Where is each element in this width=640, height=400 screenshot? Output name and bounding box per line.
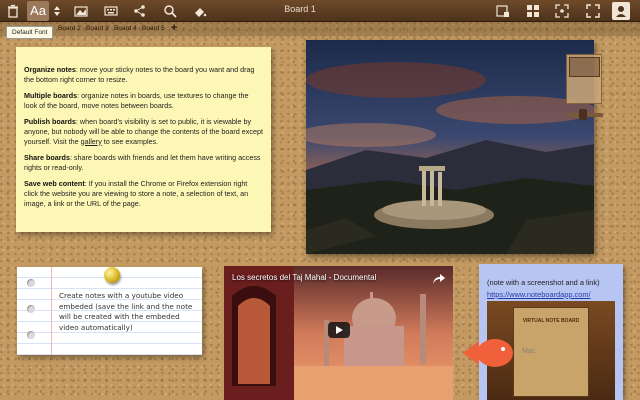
sticky-paragraph-organize: Organize notes: move your sticky notes t… <box>24 65 255 84</box>
tab-board-3[interactable]: Board 3 <box>86 25 109 32</box>
paper-hole <box>27 331 35 339</box>
screenshot-site-title: VIRTUAL NOTE BOARD <box>522 318 580 324</box>
export-icon[interactable] <box>492 1 514 21</box>
zoom-slider-handle[interactable] <box>579 109 587 120</box>
video-title[interactable]: Los secretos del Taj Mahal - Documental <box>232 273 376 282</box>
add-board-button[interactable]: + <box>171 22 177 34</box>
minimap-viewport[interactable] <box>569 57 600 77</box>
board-tab-bar: Board 2 Board 3 Board 4 Board 5 + <box>0 22 640 37</box>
photo-note-ruins[interactable] <box>306 40 594 254</box>
tab-board-2[interactable]: Board 2 <box>58 25 81 32</box>
user-icon[interactable] <box>612 2 630 20</box>
paper-hole <box>27 305 35 313</box>
paper-hole <box>27 279 35 287</box>
video-note-taj-mahal[interactable]: Los secretos del Taj Mahal - Documental <box>224 266 453 400</box>
sticky-paragraph-multiple: Multiple boards: organize notes in board… <box>24 91 249 110</box>
tab-board-4[interactable]: Board 4 <box>114 25 137 32</box>
screenshot-note[interactable]: (note with a screenshot and a link) http… <box>479 264 623 400</box>
gallery-link[interactable]: gallery <box>81 137 102 146</box>
video-play-button[interactable] <box>328 322 350 338</box>
noteboard-link[interactable]: https://www.noteboardapp.com/ <box>487 290 591 299</box>
sticky-paragraph-publish: Publish boards: when board's visibility … <box>24 117 263 146</box>
pushpin-icon <box>104 267 120 283</box>
watermark-text: Mac <box>522 348 536 355</box>
font-tooltip: Default Font <box>6 26 54 39</box>
top-toolbar: Aa Board 1 <box>0 0 640 22</box>
paper-margin-line <box>51 267 52 355</box>
sticky-note-instructions[interactable]: Organize notes: move your sticky notes t… <box>16 47 271 232</box>
fullscreen-icon[interactable] <box>582 1 604 21</box>
tab-board-5[interactable]: Board 5 <box>142 25 165 32</box>
fit-screen-icon[interactable] <box>551 1 573 21</box>
sticky-paragraph-save: Save web content: If you install the Chr… <box>24 179 249 208</box>
grid-icon[interactable] <box>522 1 544 21</box>
screenshot-note-caption: (note with a screenshot and a link) <box>487 278 600 287</box>
watermark-fish-logo <box>461 333 581 373</box>
board-minimap[interactable] <box>566 54 602 104</box>
video-share-icon[interactable] <box>432 272 446 284</box>
sticky-paragraph-share: Share boards: share boards with friends … <box>24 153 261 172</box>
paper-note-text: Create notes with a youtube video embede… <box>59 291 193 332</box>
